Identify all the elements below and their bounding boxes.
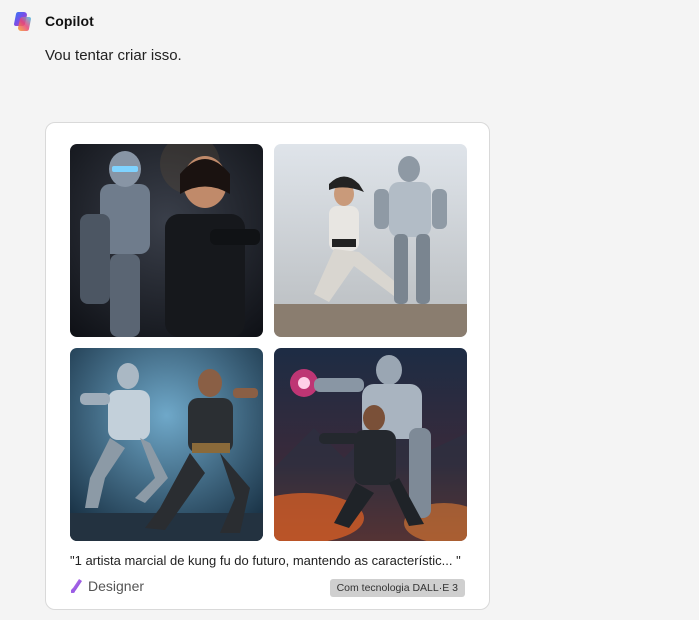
chat-page: Copilot Vou tentar criar isso. "1 artist… [0,0,699,620]
assistant-message: Vou tentar criar isso. [45,47,182,64]
designer-icon [71,579,82,593]
designer-label: Designer [88,578,145,594]
image-2-art [274,144,467,337]
prompt-caption[interactable]: "1 artista marcial de kung fu do futuro,… [70,553,470,568]
generated-image-1[interactable] [70,144,263,337]
assistant-header: Copilot [11,9,94,33]
dalle-badge: Com tecnologia DALL·E 3 [329,579,465,597]
image-grid [70,144,467,541]
generated-image-3[interactable] [70,348,263,541]
generated-image-4[interactable] [274,348,467,541]
image-3-art [70,348,263,541]
designer-link[interactable]: Designer [70,578,144,594]
copilot-logo-icon [14,12,31,31]
image-creation-card: "1 artista marcial de kung fu do futuro,… [45,122,490,610]
image-1-art [70,144,263,337]
image-4-art [274,348,467,541]
generated-image-2[interactable] [274,144,467,337]
assistant-name: Copilot [45,13,94,29]
